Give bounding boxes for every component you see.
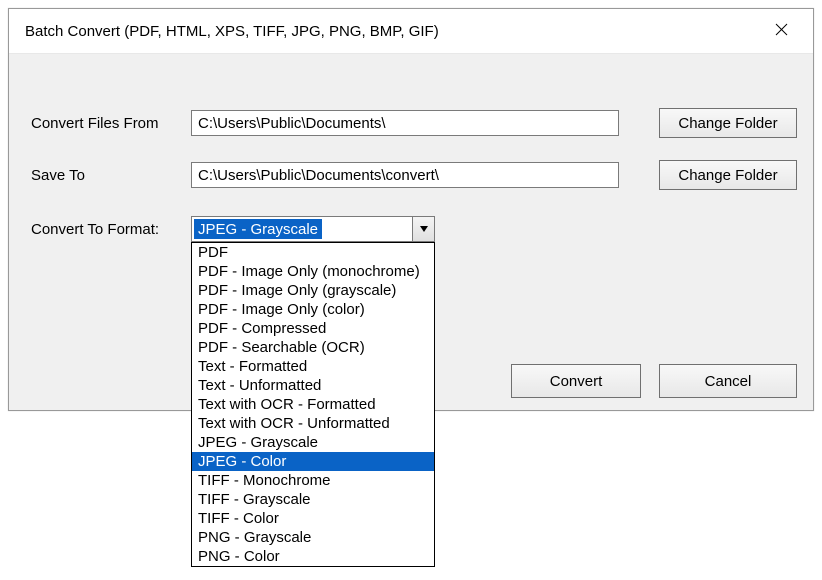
cancel-button[interactable]: Cancel (659, 364, 797, 398)
format-option[interactable]: Text with OCR - Unformatted (192, 414, 434, 433)
format-option[interactable]: PNG - Color (192, 547, 434, 566)
format-option[interactable]: PDF - Image Only (monochrome) (192, 262, 434, 281)
format-option[interactable]: PDF - Image Only (color) (192, 300, 434, 319)
format-option[interactable]: PDF (192, 243, 434, 262)
format-option[interactable]: PDF - Compressed (192, 319, 434, 338)
row-format: Convert To Format: JPEG - Grayscale (31, 216, 435, 242)
batch-convert-dialog: Batch Convert (PDF, HTML, XPS, TIFF, JPG… (8, 8, 814, 411)
format-option[interactable]: JPEG - Grayscale (192, 433, 434, 452)
format-option[interactable]: TIFF - Monochrome (192, 471, 434, 490)
format-selected-value: JPEG - Grayscale (194, 219, 322, 239)
format-option[interactable]: PDF - Image Only (grayscale) (192, 281, 434, 300)
format-combobox[interactable]: JPEG - Grayscale (191, 216, 435, 242)
format-option[interactable]: PDF - Searchable (OCR) (192, 338, 434, 357)
format-option[interactable]: Text - Unformatted (192, 376, 434, 395)
change-folder-to-button[interactable]: Change Folder (659, 160, 797, 190)
format-option[interactable]: PNG - Grayscale (192, 528, 434, 547)
format-option[interactable]: TIFF - Color (192, 509, 434, 528)
format-option[interactable]: TIFF - Grayscale (192, 490, 434, 509)
change-folder-from-button[interactable]: Change Folder (659, 108, 797, 138)
format-option[interactable]: Text with OCR - Formatted (192, 395, 434, 414)
titlebar: Batch Convert (PDF, HTML, XPS, TIFF, JPG… (9, 9, 813, 54)
convert-button[interactable]: Convert (511, 364, 641, 398)
dialog-content: Convert Files From Change Folder Save To… (9, 54, 813, 410)
format-dropdown-list[interactable]: PDFPDF - Image Only (monochrome)PDF - Im… (191, 242, 435, 567)
close-icon (775, 23, 788, 40)
row-save-to: Save To (31, 162, 619, 188)
label-format: Convert To Format: (31, 221, 191, 238)
label-convert-from: Convert Files From (31, 115, 191, 132)
row-convert-from: Convert Files From (31, 110, 619, 136)
save-to-input[interactable] (191, 162, 619, 188)
dropdown-arrow-icon (412, 217, 434, 241)
close-button[interactable] (761, 17, 801, 45)
format-option[interactable]: JPEG - Color (192, 452, 434, 471)
window-title: Batch Convert (PDF, HTML, XPS, TIFF, JPG… (25, 23, 439, 40)
format-option[interactable]: Text - Formatted (192, 357, 434, 376)
convert-from-input[interactable] (191, 110, 619, 136)
label-save-to: Save To (31, 167, 191, 184)
